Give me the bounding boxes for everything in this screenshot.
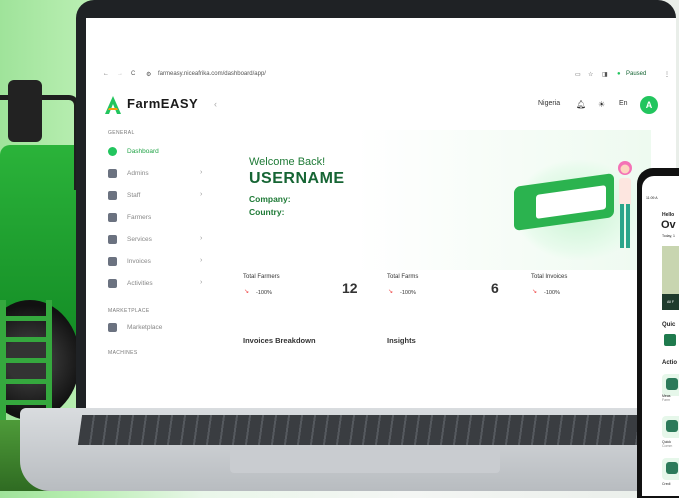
welcome-text: Welcome Back! <box>249 156 326 168</box>
sidebar-section-marketplace: MARKETPLACE <box>108 308 150 314</box>
forward-icon[interactable]: → <box>117 71 123 77</box>
country-selector[interactable]: Nigeria <box>538 100 560 107</box>
phone-title: Ov <box>661 219 676 231</box>
stat-label-total-farms: Total Farms <box>387 274 419 280</box>
phone-hello: Hello <box>662 212 675 218</box>
chevron-right-icon: › <box>200 257 203 264</box>
tractor-ladder <box>0 300 52 420</box>
farmeasy-logo-icon <box>105 96 121 114</box>
invoices-breakdown-heading: Invoices Breakdown <box>243 336 316 345</box>
tractor-mirror <box>8 80 42 142</box>
stat-value-total-farmers: 12 <box>342 280 358 296</box>
users-icon <box>108 213 117 222</box>
sidebar-item-label: Farmers <box>127 214 152 221</box>
phone-action-quick[interactable] <box>662 416 679 438</box>
phone-banner-text: All F <box>667 300 674 304</box>
site-settings-icon[interactable]: ⚙ <box>146 71 151 78</box>
sidebar-item-farmers[interactable]: Farmers <box>108 212 208 224</box>
chevron-right-icon: › <box>200 235 203 242</box>
sidebar-item-label: Marketplace <box>127 324 163 331</box>
menu-icon[interactable]: ⋮ <box>664 71 670 78</box>
laptop-keyboard <box>77 415 673 445</box>
sidebar-item-staff[interactable]: Staff › <box>108 190 208 202</box>
address-bar[interactable]: farmeasy.niceafrika.com/dashboard/app/ <box>158 71 266 77</box>
cast-icon[interactable]: ▭ <box>575 71 581 78</box>
services-icon <box>108 235 117 244</box>
user-icon <box>108 191 117 200</box>
company-label: Company: <box>249 194 291 204</box>
reload-icon[interactable]: C <box>131 71 135 77</box>
user-icon <box>108 169 117 178</box>
activity-icon <box>108 279 117 288</box>
shop-icon <box>108 323 117 332</box>
sidebar-item-services[interactable]: Services › <box>108 234 208 246</box>
phone-actions-heading: Actio <box>662 360 677 366</box>
profile-status-icon[interactable]: ● <box>617 71 621 77</box>
phone-action-measure[interactable] <box>662 374 679 396</box>
collapse-sidebar-icon[interactable]: ‹ <box>214 99 217 109</box>
sidebar-item-marketplace[interactable]: Marketplace <box>108 322 208 334</box>
username-title: USERNAME <box>249 170 345 187</box>
trend-down-icon: ↘ <box>244 289 250 295</box>
trend-down-icon: ↘ <box>532 289 538 295</box>
brand-name: FarmEASY <box>127 96 199 111</box>
sidebar-item-dashboard[interactable]: Dashboard <box>108 146 208 158</box>
sidepanel-icon[interactable]: ◨ <box>602 71 608 78</box>
sidebar-section-general: GENERAL <box>108 130 135 136</box>
sidebar-item-label: Invoices <box>127 258 151 265</box>
profile-status[interactable]: Paused <box>626 71 646 77</box>
laptop-screen: ← → C ⚙ farmeasy.niceafrika.com/dashboar… <box>86 18 676 408</box>
stat-pct-total-invoices: -100% <box>544 290 560 296</box>
browser-toolbar: ← → C ⚙ farmeasy.niceafrika.com/dashboar… <box>86 68 676 82</box>
phone-time: 11:09 A <box>646 196 658 200</box>
dashboard-icon <box>108 147 117 156</box>
sidebar-item-admins[interactable]: Admins › <box>108 168 208 180</box>
insights-heading: Insights <box>387 336 416 345</box>
trend-down-icon: ↘ <box>388 289 394 295</box>
sidebar-item-label: Admins <box>127 170 149 177</box>
stat-label-total-farmers: Total Farmers <box>243 274 280 280</box>
stat-pct-total-farmers: -100% <box>256 290 272 296</box>
phone-quick-heading: Quic <box>662 322 676 328</box>
stat-label-total-invoices: Total Invoices <box>531 274 568 280</box>
stat-pct-total-farms: -100% <box>400 290 416 296</box>
country-label: Country: <box>249 207 285 217</box>
bell-icon[interactable]: 🔔︎ <box>576 100 586 109</box>
sidebar-item-activities[interactable]: Activities › <box>108 278 208 290</box>
language-selector[interactable]: En <box>619 100 628 107</box>
chevron-right-icon: › <box>200 169 203 176</box>
invoice-icon <box>108 257 117 266</box>
stat-value-total-farms: 6 <box>491 280 499 296</box>
sidebar-item-label: Dashboard <box>127 148 159 155</box>
sidebar-item-label: Staff <box>127 192 141 199</box>
back-icon[interactable]: ← <box>103 71 109 77</box>
laptop-trackpad <box>230 448 500 473</box>
phone-screen: 11:09 A Hello Ov Today, 1 All F Quic Act… <box>642 176 679 496</box>
phone-action-sub: Farm <box>662 398 671 402</box>
sidebar-item-invoices[interactable]: Invoices › <box>108 256 208 268</box>
avatar[interactable]: A <box>640 96 658 114</box>
chevron-right-icon: › <box>200 191 203 198</box>
theme-toggle-icon[interactable]: ☀ <box>598 100 605 109</box>
sidebar-section-machines: MACHINES <box>108 350 138 356</box>
person-illustration <box>618 161 632 248</box>
sidebar-item-label: Activities <box>127 280 153 287</box>
phone-action-label: Credi <box>662 482 671 486</box>
phone-action-sub: Comm <box>662 444 673 448</box>
phone-quick-icon[interactable] <box>664 334 676 346</box>
bookmark-star-icon[interactable]: ☆ <box>588 71 593 78</box>
phone-action-credit[interactable] <box>662 458 679 480</box>
sidebar-item-label: Services <box>127 236 152 243</box>
chevron-right-icon: › <box>200 279 203 286</box>
phone-today: Today, 1 <box>662 234 675 238</box>
